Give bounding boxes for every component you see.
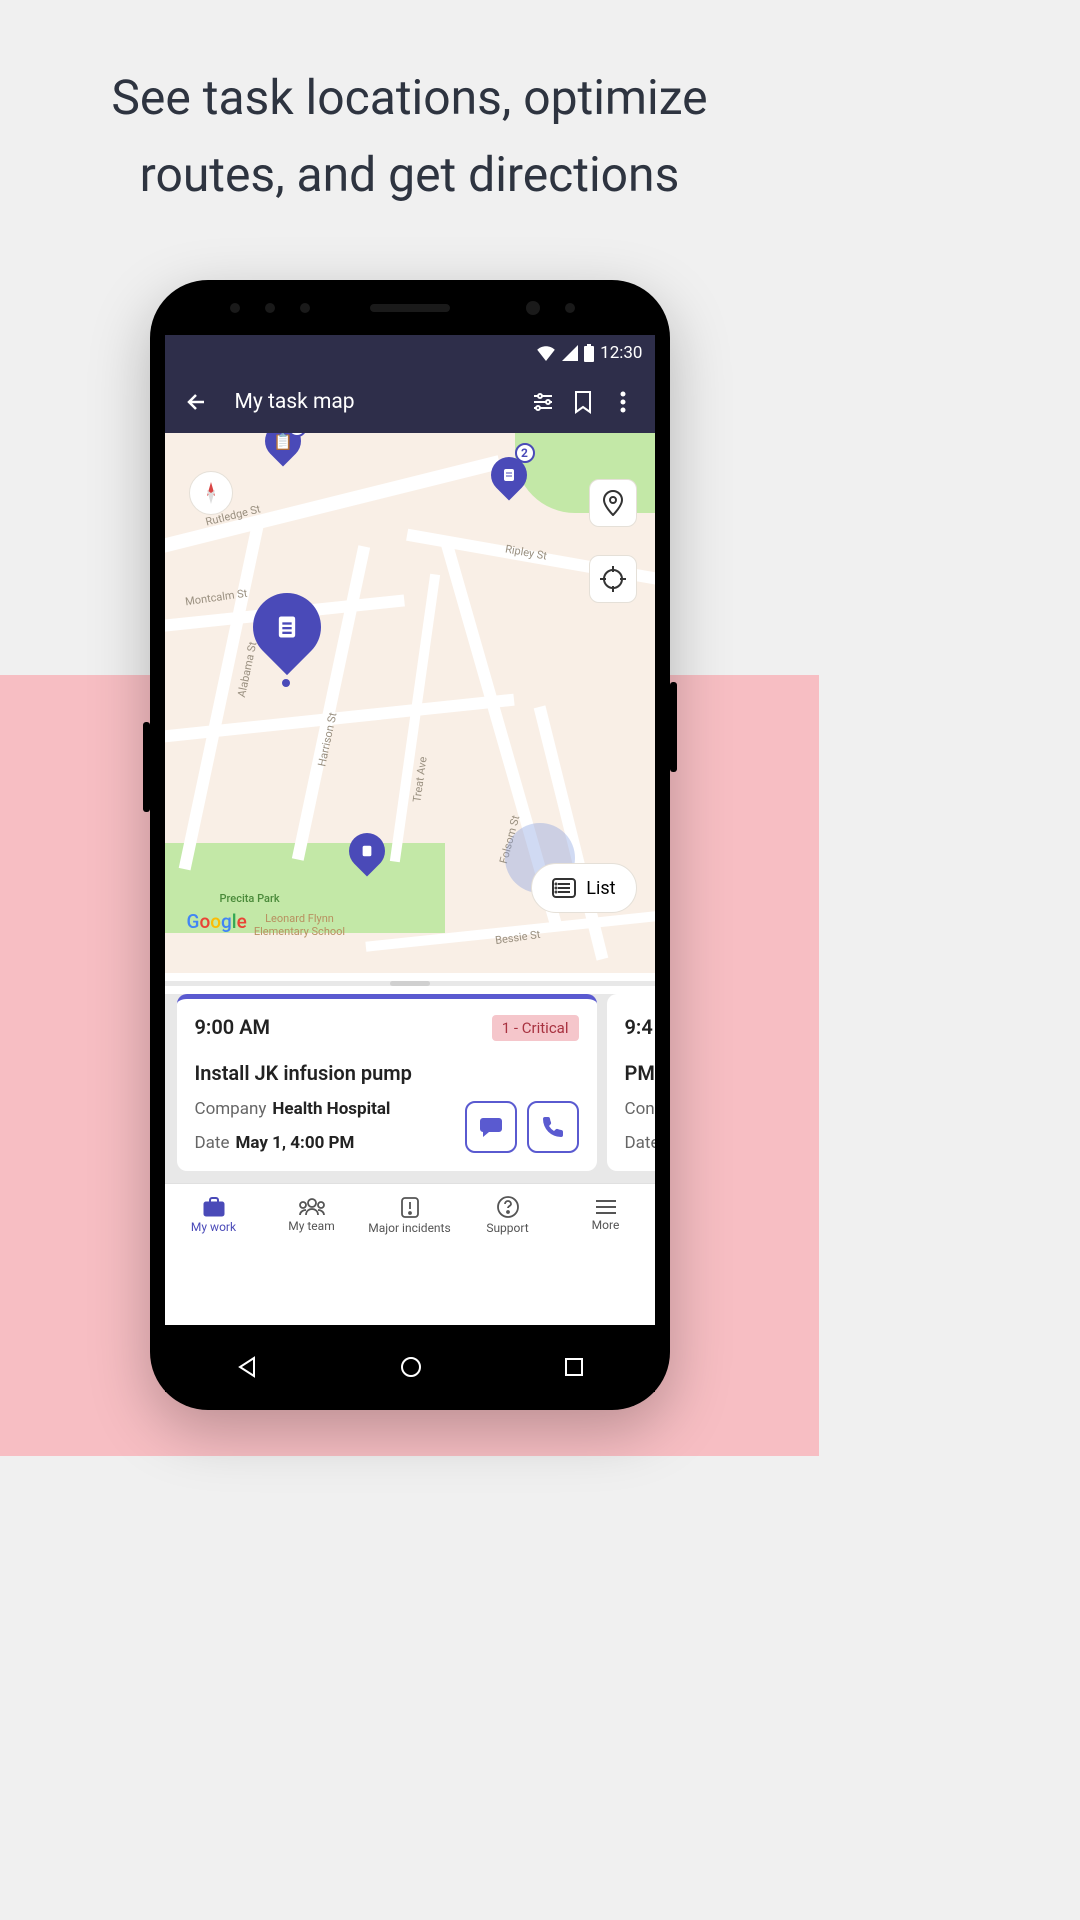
tab-more[interactable]: More	[557, 1184, 655, 1247]
priority-badge: 1 - Critical	[492, 1015, 579, 1041]
app-header: My task map	[165, 371, 655, 433]
sliders-icon	[531, 390, 555, 414]
list-label: List	[586, 878, 615, 899]
phone-icon	[542, 1116, 564, 1138]
bookmark-icon	[573, 390, 593, 414]
signal-icon	[562, 345, 578, 361]
map-pin[interactable]: 📋	[257, 433, 308, 466]
tab-support[interactable]: Support	[459, 1184, 557, 1247]
google-logo: Google	[187, 910, 247, 933]
arrow-left-icon	[185, 390, 209, 414]
call-button[interactable]	[527, 1101, 579, 1153]
compass-button[interactable]	[189, 471, 233, 515]
android-home[interactable]	[400, 1356, 422, 1378]
android-recents[interactable]	[564, 1357, 584, 1377]
android-back[interactable]	[236, 1356, 258, 1378]
filter-button[interactable]	[523, 382, 563, 422]
more-vertical-icon	[620, 391, 626, 413]
android-nav-bar	[165, 1342, 655, 1392]
help-icon	[497, 1196, 519, 1218]
school-label: Leonard Flynn Elementary School	[240, 912, 360, 938]
marketing-headline: See task locations, optimize routes, and…	[0, 0, 819, 244]
crosshair-icon	[600, 566, 626, 592]
status-bar: 12:30	[165, 335, 655, 371]
street-label: Alabama St	[235, 641, 259, 699]
tab-major-incidents[interactable]: Major incidents	[361, 1184, 459, 1247]
battery-icon	[584, 344, 594, 362]
task-time: 9:4	[625, 1015, 655, 1039]
pin-badge: 2	[515, 443, 535, 463]
location-pin-button[interactable]	[589, 479, 637, 527]
task-card[interactable]: 9:4 PM Con Date	[607, 994, 655, 1171]
page-title: My task map	[235, 390, 523, 414]
back-button[interactable]	[177, 382, 217, 422]
compass-icon	[202, 482, 220, 504]
bookmark-button[interactable]	[563, 382, 603, 422]
more-button[interactable]	[603, 382, 643, 422]
list-toggle-button[interactable]: List	[531, 863, 636, 913]
task-card[interactable]: 9:00 AM 1 - Critical Install JK infusion…	[177, 994, 597, 1171]
alert-icon	[400, 1196, 420, 1218]
status-time: 12:30	[600, 343, 642, 363]
park-label: Precita Park	[220, 892, 280, 905]
pin-icon	[602, 490, 624, 516]
briefcase-icon	[202, 1197, 226, 1217]
task-title: PM	[625, 1061, 655, 1085]
bottom-tab-bar: My work My team Major incidents Support …	[165, 1183, 655, 1247]
task-card-list[interactable]: 9:00 AM 1 - Critical Install JK infusion…	[165, 994, 655, 1183]
team-icon	[298, 1198, 326, 1216]
recenter-button[interactable]	[589, 555, 637, 603]
list-icon	[552, 878, 576, 898]
phone-frame: 12:30 My task map	[150, 280, 670, 1410]
map-view[interactable]: Rutledge St Montcalm St Alabama St Harri…	[165, 433, 655, 973]
drag-handle[interactable]	[390, 981, 430, 986]
tab-my-work[interactable]: My work	[165, 1184, 263, 1247]
menu-icon	[595, 1199, 617, 1215]
task-title: Install JK infusion pump	[195, 1061, 579, 1085]
chat-icon	[479, 1116, 503, 1138]
tab-my-team[interactable]: My team	[263, 1184, 361, 1247]
wifi-icon	[536, 345, 556, 361]
message-button[interactable]	[465, 1101, 517, 1153]
